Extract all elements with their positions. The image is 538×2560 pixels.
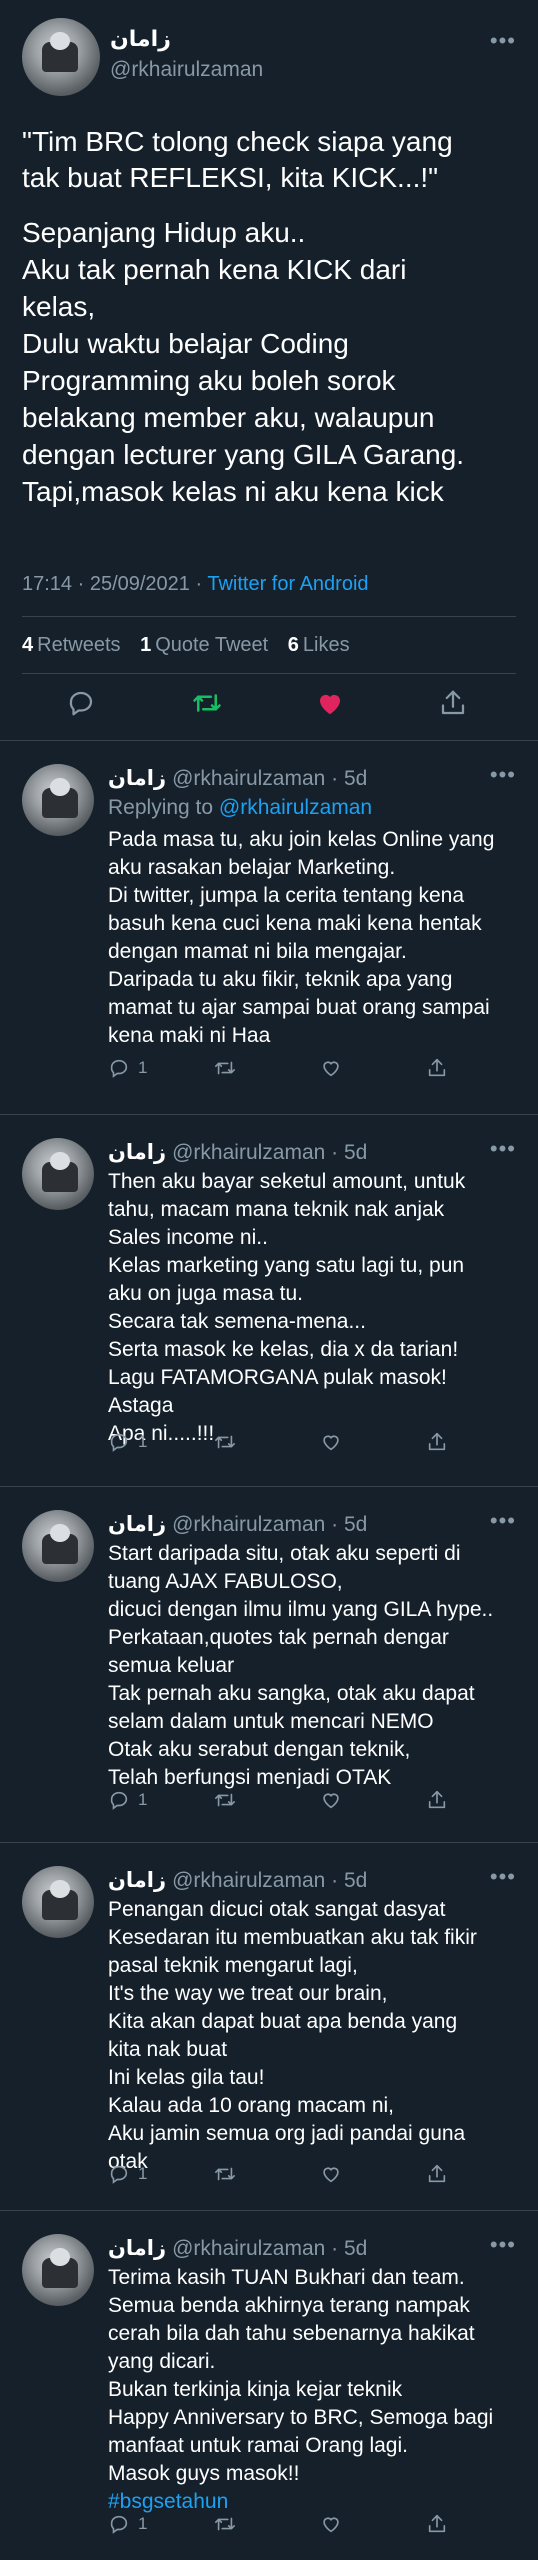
tweet-meta: 17:14 · 25/09/2021 · Twitter for Android xyxy=(22,573,369,596)
retweet-icon[interactable] xyxy=(192,688,228,724)
tweet-body-text: Sepanjang Hidup aku.. Aku tak pernah ken… xyxy=(22,217,465,507)
reply-action-bar: 1 xyxy=(108,1428,528,1456)
reply-header: زامان @rkhairulzaman · 5d xyxy=(108,1141,368,1164)
retweet-icon[interactable] xyxy=(214,1786,236,1814)
reply-icon[interactable]: 1 xyxy=(108,2510,147,2538)
more-icon[interactable]: ••• xyxy=(490,1508,516,1534)
avatar[interactable] xyxy=(22,1510,94,1582)
reply-tweet[interactable]: زامان @rkhairulzaman · 5d ••• Terima kasi… xyxy=(0,2210,538,2560)
reply-header: زامان @rkhairulzaman · 5d xyxy=(108,1513,368,1536)
share-icon[interactable] xyxy=(426,1428,448,1456)
reply-header: زامان @rkhairulzaman · 5d xyxy=(108,2237,368,2260)
avatar[interactable] xyxy=(22,18,100,96)
reply-icon[interactable] xyxy=(66,688,102,724)
retweet-icon[interactable] xyxy=(214,1428,236,1456)
share-icon[interactable] xyxy=(426,2510,448,2538)
reply-header: زامان @rkhairulzaman · 5d xyxy=(108,767,368,790)
heart-icon[interactable] xyxy=(320,1428,342,1456)
more-icon[interactable]: ••• xyxy=(490,2232,516,2258)
heart-icon[interactable] xyxy=(320,2510,342,2538)
tweet-timestamp: 17:14 · 25/09/2021 · xyxy=(22,573,208,595)
retweet-icon[interactable] xyxy=(214,1054,236,1082)
share-icon[interactable] xyxy=(426,1786,448,1814)
share-icon[interactable] xyxy=(426,1054,448,1082)
reply-icon[interactable]: 1 xyxy=(108,2160,147,2188)
reply-action-bar: 1 xyxy=(108,1054,528,1082)
quotes-stat[interactable]: 1 Quote Tweet xyxy=(140,634,268,656)
avatar[interactable] xyxy=(22,764,94,836)
user-handle[interactable]: @rkhairulzaman xyxy=(110,58,263,82)
share-icon[interactable] xyxy=(426,2160,448,2188)
likes-stat[interactable]: 6 Likes xyxy=(288,634,350,656)
heart-icon[interactable] xyxy=(320,2160,342,2188)
reply-text: Terima kasih TUAN Bukhari dan team. Semu… xyxy=(108,2266,494,2513)
avatar[interactable] xyxy=(22,2234,94,2306)
heart-icon[interactable] xyxy=(320,1786,342,1814)
reply-header: زامان @rkhairulzaman · 5d xyxy=(108,1869,368,1892)
reply-action-bar: 1 xyxy=(108,2510,528,2538)
share-icon[interactable] xyxy=(438,688,474,724)
replying-to: Replying to @rkhairulzaman xyxy=(108,796,373,819)
heart-icon[interactable] xyxy=(320,1054,342,1082)
tweet-stats: 4 Retweets 1 Quote Tweet 6 Likes xyxy=(22,634,364,657)
retweet-icon[interactable] xyxy=(214,2160,236,2188)
reply-icon[interactable]: 1 xyxy=(108,1054,147,1082)
main-action-bar xyxy=(0,688,538,728)
reply-tweet[interactable]: زامان @rkhairulzaman · 5d ••• Penangan di… xyxy=(0,1842,538,2210)
display-name[interactable]: زامان xyxy=(110,26,171,52)
main-tweet: زامان @rkhairulzaman ••• "Tim BRC tolong… xyxy=(0,0,538,740)
reply-action-bar: 1 xyxy=(108,2160,528,2188)
tweet-source-link[interactable]: Twitter for Android xyxy=(207,573,368,595)
reply-text: Pada masa tu, aku join kelas Online yang… xyxy=(108,828,495,1047)
heart-icon[interactable] xyxy=(315,688,351,724)
reply-icon[interactable]: 1 xyxy=(108,1786,147,1814)
tweet-thread-page: زامان @rkhairulzaman ••• "Tim BRC tolong… xyxy=(0,0,538,2560)
reply-tweet[interactable]: زامان @rkhairulzaman · 5d ••• Then aku ba… xyxy=(0,1114,538,1486)
reply-text: Then aku bayar seketul amount, untuk tah… xyxy=(108,1170,466,1445)
tweet-quote-text: "Tim BRC tolong check siapa yang tak bua… xyxy=(22,126,453,193)
more-icon[interactable]: ••• xyxy=(490,1864,516,1890)
retweets-stat[interactable]: 4 Retweets xyxy=(22,634,121,656)
avatar[interactable] xyxy=(22,1866,94,1938)
reply-icon[interactable]: 1 xyxy=(108,1428,147,1456)
more-icon[interactable]: ••• xyxy=(490,1136,516,1162)
replying-to-link[interactable]: @rkhairulzaman xyxy=(219,796,372,819)
reply-tweet[interactable]: زامان @rkhairulzaman · 5d ••• Replying to… xyxy=(0,740,538,1114)
more-icon[interactable]: ••• xyxy=(490,762,516,788)
reply-tweet[interactable]: زامان @rkhairulzaman · 5d ••• Start darip… xyxy=(0,1486,538,1842)
more-icon[interactable]: ••• xyxy=(490,28,516,54)
reply-action-bar: 1 xyxy=(108,1786,528,1814)
reply-text: Start daripada situ, otak aku seperti di… xyxy=(108,1542,494,1789)
avatar[interactable] xyxy=(22,1138,94,1210)
reply-text: Penangan dicuci otak sangat dasyat Kesed… xyxy=(108,1898,477,2173)
divider xyxy=(22,673,516,674)
divider xyxy=(22,616,516,617)
retweet-icon[interactable] xyxy=(214,2510,236,2538)
